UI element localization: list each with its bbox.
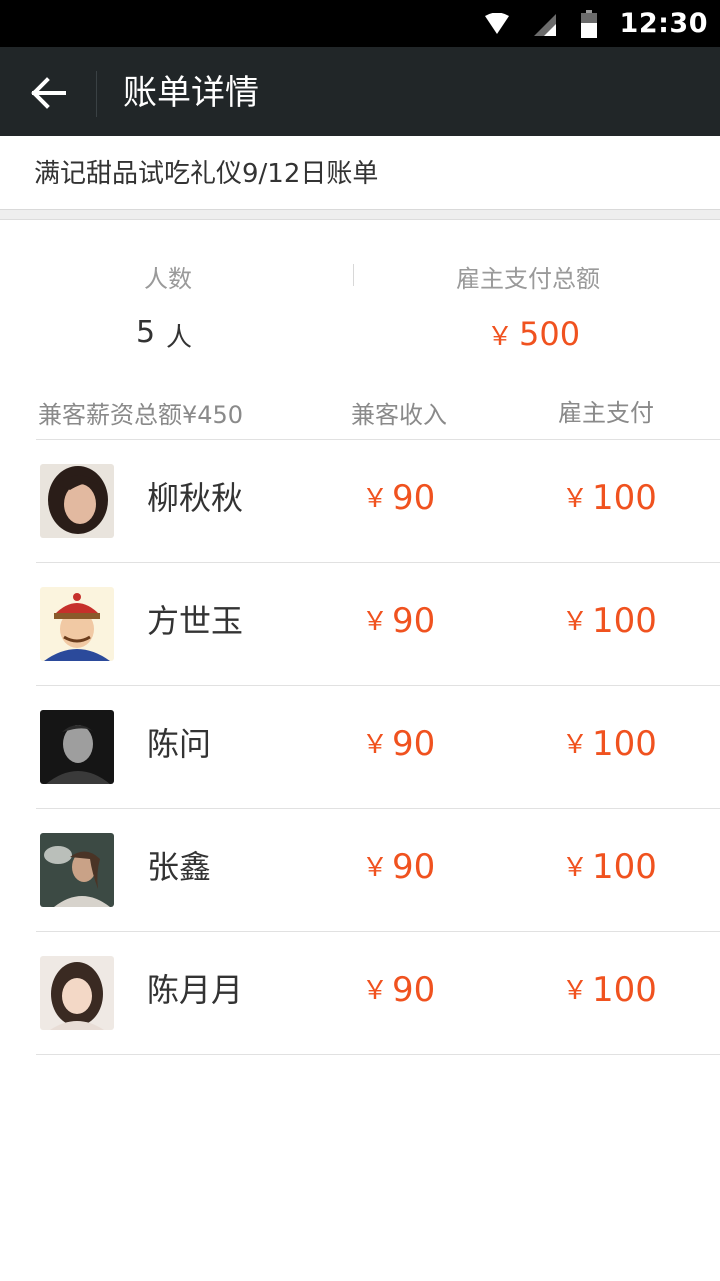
employer-pay: ￥ 100 [562,847,657,890]
worker-row[interactable]: 张鑫 ￥ 90 ￥ 100 [0,809,720,932]
avatar [40,710,114,784]
employer-total-label: 雇主支付总额 [456,265,600,293]
wage-total-header: 兼客薪资总额¥450 [38,401,244,429]
worker-name: 陈问 [147,725,212,763]
currency-symbol: ￥ [362,730,389,760]
employer-total-amount: ￥ 500 [487,315,580,353]
worker-row[interactable]: 陈月月 ￥ 90 ￥ 100 [0,932,720,1055]
headcount-label: 人数 [144,265,192,293]
status-bar: 12:30 [0,0,720,47]
app-bar-divider [96,71,97,117]
worker-row[interactable]: 柳秋秋 ￥ 90 ￥ 100 [0,440,720,563]
currency-symbol: ￥ [562,607,589,637]
worker-income: ￥ 90 [362,601,435,644]
employer-pay: ￥ 100 [562,478,657,521]
pay-value: 100 [592,601,657,641]
worker-list: 柳秋秋 ￥ 90 ￥ 100 方世玉 ￥ 90 ￥ 100 陈问 ￥ 90 ￥ … [0,440,720,1055]
section-divider [0,210,720,220]
avatar [40,956,114,1030]
battery-icon [580,9,597,38]
worker-name: 柳秋秋 [147,479,244,517]
worker-name: 方世玉 [147,602,244,640]
back-button[interactable] [28,73,68,113]
employer-pay: ￥ 100 [562,724,657,767]
currency-symbol: ￥ [362,853,389,883]
worker-income: ￥ 90 [362,478,435,521]
bill-title-row: 满记甜品试吃礼仪9/12日账单 [0,136,720,210]
worker-income-header: 兼客收入 [351,401,447,429]
currency-symbol: ￥ [562,976,589,1006]
currency-symbol: ￥ [562,730,589,760]
pay-value: 100 [592,970,657,1010]
income-value: 90 [392,601,436,641]
headcount-value: 5 [136,315,156,350]
pay-value: 100 [592,724,657,764]
bill-title: 满记甜品试吃礼仪9/12日账单 [34,159,379,189]
pay-value: 100 [592,847,657,887]
wifi-icon [484,12,509,34]
income-value: 90 [392,724,436,764]
employer-pay: ￥ 100 [562,970,657,1013]
app-bar: 账单详情 [0,47,720,136]
currency-symbol: ￥ [362,484,389,514]
avatar [40,587,114,661]
signal-icon [533,13,556,36]
headcount-unit: 人 [166,323,193,353]
worker-row[interactable]: 方世玉 ￥ 90 ￥ 100 [0,563,720,686]
currency-symbol: ￥ [562,484,589,514]
worker-row[interactable]: 陈问 ￥ 90 ￥ 100 [0,686,720,809]
arrow-left-icon [31,77,66,109]
income-value: 90 [392,970,436,1010]
avatar [40,464,114,538]
worker-name: 陈月月 [147,971,244,1009]
currency-symbol: ￥ [487,322,514,352]
currency-symbol: ￥ [362,976,389,1006]
avatar [40,833,114,907]
currency-symbol: ￥ [362,607,389,637]
income-value: 90 [392,478,436,518]
currency-symbol: ￥ [562,853,589,883]
status-icons: 12:30 [484,0,708,47]
worker-income: ￥ 90 [362,724,435,767]
employer-pay: ￥ 100 [562,601,657,644]
employer-pay-header: 雇主支付 [558,399,654,427]
worker-name: 张鑫 [147,848,212,886]
employer-total-value: 500 [519,315,581,353]
income-value: 90 [392,847,436,887]
pay-value: 100 [592,478,657,518]
page-title: 账单详情 [123,73,259,113]
summary-divider [353,264,354,286]
bill-summary: 人数 雇主支付总额 5 人 ￥ 500 [0,221,720,371]
worker-income: ￥ 90 [362,847,435,890]
status-time: 12:30 [619,8,708,39]
worker-income: ￥ 90 [362,970,435,1013]
